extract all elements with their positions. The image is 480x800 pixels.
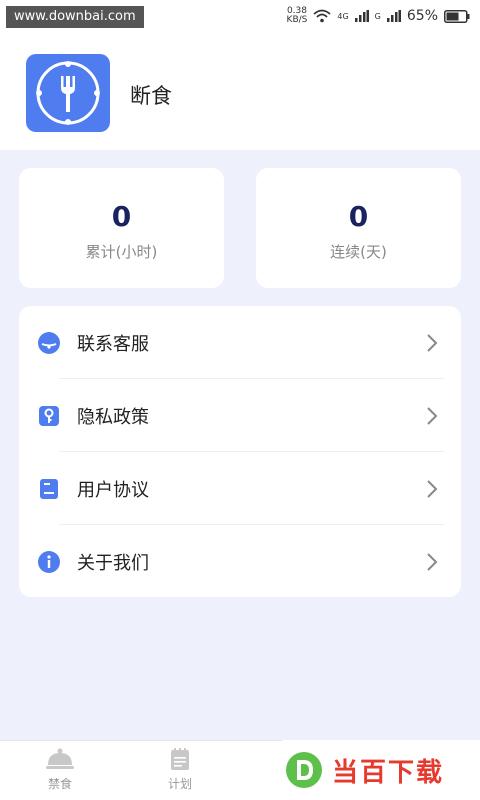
menu-item-privacy-policy[interactable]: 隐私政策 xyxy=(19,379,461,452)
signal-icon xyxy=(354,10,369,22)
network-type-2: G xyxy=(374,11,381,21)
stat-value-total-hours: 0 xyxy=(111,200,132,233)
stat-card-streak-days: 0 连续(天) xyxy=(256,168,461,288)
menu-item-user-agreement[interactable]: 用户协议 xyxy=(19,452,461,525)
chevron-right-icon xyxy=(427,479,438,498)
clock-fork-icon xyxy=(26,54,110,132)
tab-plan[interactable]: 计划 xyxy=(145,747,215,797)
document-icon xyxy=(37,477,61,501)
signal-icon-2 xyxy=(386,10,401,22)
brand-watermark: 当百下载 xyxy=(282,740,480,800)
battery-percent: 65% xyxy=(406,8,438,24)
network-speed-unit: KB/S xyxy=(286,15,308,25)
app-title: 断食 xyxy=(130,84,172,108)
network-speed: 0.38 KB/S xyxy=(287,7,308,25)
chevron-right-icon xyxy=(427,333,438,352)
chevron-right-icon xyxy=(427,406,438,425)
menu-label-about-us: 关于我们 xyxy=(77,552,149,574)
key-icon xyxy=(37,404,61,428)
dish-cover-icon xyxy=(46,748,74,769)
app-header: 断食 xyxy=(0,32,480,150)
watermark-label: www.downbai.com xyxy=(6,6,144,28)
info-icon xyxy=(37,550,61,574)
settings-menu: 联系客服 隐私政策 用户协议 关于我们 xyxy=(19,306,461,597)
customer-service-icon xyxy=(37,331,61,355)
tab-label-fasting: 禁食 xyxy=(47,777,72,791)
stat-label-total-hours: 累计(小时) xyxy=(85,243,158,261)
battery-icon xyxy=(444,9,470,23)
status-bar: www.downbai.com 0.38 KB/S 4G G 65% xyxy=(0,0,480,32)
status-indicators: 0.38 KB/S 4G G 65% xyxy=(287,6,470,26)
stat-card-total-hours: 0 累计(小时) xyxy=(19,168,224,288)
notepad-icon xyxy=(171,748,189,770)
tab-label-plan: 计划 xyxy=(167,777,192,791)
menu-item-contact-support[interactable]: 联系客服 xyxy=(19,306,461,379)
menu-label-privacy-policy: 隐私政策 xyxy=(77,406,149,428)
tab-fasting[interactable]: 禁食 xyxy=(25,747,95,797)
chevron-right-icon xyxy=(427,552,438,571)
wifi-icon xyxy=(313,9,331,23)
menu-item-about-us[interactable]: 关于我们 xyxy=(19,525,461,598)
stat-value-streak-days: 0 xyxy=(348,200,369,233)
menu-label-contact-support: 联系客服 xyxy=(77,333,149,355)
stat-label-streak-days: 连续(天) xyxy=(330,243,387,261)
brand-text: 当百下载 xyxy=(332,757,445,788)
brand-logo-icon xyxy=(286,752,322,788)
network-type-1: 4G xyxy=(337,11,349,21)
menu-label-user-agreement: 用户协议 xyxy=(77,479,149,501)
battery-fill xyxy=(446,12,459,20)
